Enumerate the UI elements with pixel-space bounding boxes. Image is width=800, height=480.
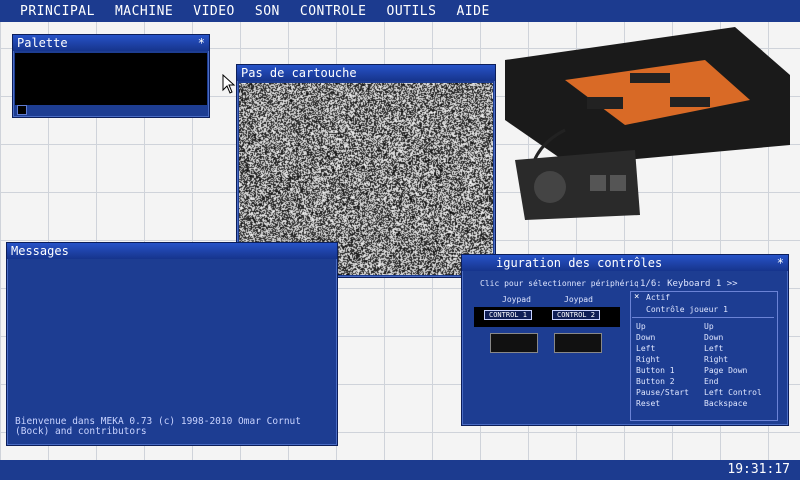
- key-binding[interactable]: Down: [704, 332, 762, 343]
- action-label: Button 2: [636, 376, 689, 387]
- status-bar: 19:31:17: [0, 460, 800, 480]
- active-label: Actif: [646, 293, 670, 302]
- cartridge-titlebar[interactable]: Pas de cartouche: [237, 65, 495, 81]
- cartridge-title: Pas de cartouche: [241, 66, 357, 80]
- key-binding[interactable]: Left: [704, 343, 762, 354]
- controls-window: iguration des contrôles * Clic pour séle…: [461, 254, 789, 426]
- player-label: Contrôle joueur 1: [646, 305, 728, 314]
- messages-title: Messages: [11, 244, 69, 258]
- messages-window: Messages Bienvenue dans MEKA 0.73 (c) 19…: [6, 242, 338, 446]
- joypad-icon[interactable]: [490, 333, 538, 353]
- menu-principal[interactable]: PRINCIPAL: [0, 4, 105, 19]
- device-selector[interactable]: 1/6: Keyboard 1 >>: [638, 279, 740, 289]
- action-label: Down: [636, 332, 689, 343]
- menu-bar: PRINCIPAL MACHINE VIDEO SON CONTROLE OUT…: [0, 0, 800, 22]
- key-binding[interactable]: End: [704, 376, 762, 387]
- joypad-label-1: Joypad: [502, 295, 531, 304]
- console-image: [495, 25, 795, 225]
- key-binding[interactable]: Page Down: [704, 365, 762, 376]
- checkbox-active[interactable]: ×: [634, 292, 639, 302]
- action-label: Reset: [636, 398, 689, 409]
- key-bindings: Up Down Left Right Page Down End Left Co…: [704, 321, 762, 409]
- menu-controle[interactable]: CONTROLE: [290, 4, 377, 19]
- key-binding[interactable]: Right: [704, 354, 762, 365]
- joypad-label-2: Joypad: [564, 295, 593, 304]
- control-1-button[interactable]: CONTROL 1: [484, 310, 532, 320]
- palette-canvas: [15, 53, 207, 105]
- menu-son[interactable]: SON: [245, 4, 290, 19]
- close-icon[interactable]: *: [777, 255, 784, 271]
- close-icon[interactable]: *: [198, 35, 205, 51]
- divider: [632, 317, 774, 318]
- action-label: Up: [636, 321, 689, 332]
- palette-titlebar[interactable]: Palette *: [13, 35, 209, 51]
- controls-hint: Clic pour sélectionner périphérique: [480, 279, 649, 288]
- menu-video[interactable]: VIDEO: [183, 4, 245, 19]
- action-label: Pause/Start: [636, 387, 689, 398]
- palette-window: Palette *: [12, 34, 210, 118]
- action-label: Right: [636, 354, 689, 365]
- joypad-icon[interactable]: [554, 333, 602, 353]
- control-2-button[interactable]: CONTROL 2: [552, 310, 600, 320]
- key-binding[interactable]: Backspace: [704, 398, 762, 409]
- menu-aide[interactable]: AIDE: [446, 4, 499, 19]
- action-label: Button 1: [636, 365, 689, 376]
- action-label: Left: [636, 343, 689, 354]
- clock: 19:31:17: [727, 462, 790, 477]
- messages-log: Bienvenue dans MEKA 0.73 (c) 1998-2010 O…: [11, 263, 333, 441]
- controls-titlebar[interactable]: iguration des contrôles *: [462, 255, 788, 271]
- key-binding[interactable]: Up: [704, 321, 762, 332]
- key-binding[interactable]: Left Control: [704, 387, 762, 398]
- menu-machine[interactable]: MACHINE: [105, 4, 183, 19]
- menu-outils[interactable]: OUTILS: [377, 4, 447, 19]
- mouse-cursor-icon: [222, 74, 236, 94]
- message-line: (Bock) and contributors: [15, 427, 325, 437]
- palette-swatch[interactable]: [17, 105, 27, 115]
- messages-titlebar[interactable]: Messages: [7, 243, 337, 259]
- controls-title: iguration des contrôles: [466, 256, 662, 270]
- action-labels: Up Down Left Right Button 1 Button 2 Pau…: [636, 321, 689, 409]
- palette-title: Palette: [17, 36, 68, 50]
